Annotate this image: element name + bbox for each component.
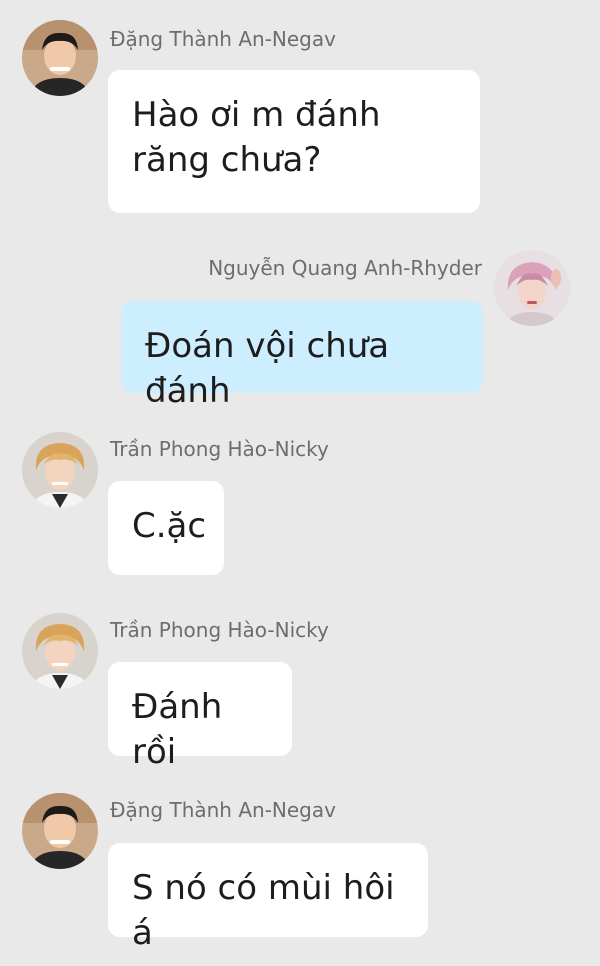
sender-name: Trần Phong Hào-Nicky: [110, 618, 329, 642]
message-bubble[interactable]: S nó có mùi hôi á: [108, 843, 428, 953]
avatar-dang-thanh-an[interactable]: [22, 793, 98, 869]
message-bubble[interactable]: Hào ơi m đánh răng chưa?: [108, 70, 480, 213]
message-bubble[interactable]: Đoán vội chưa đánh: [121, 301, 483, 411]
sender-name: Trần Phong Hào-Nicky: [110, 437, 329, 461]
message-bubble[interactable]: Đánh rồi: [108, 662, 292, 772]
sender-name: Đặng Thành An-Negav: [110, 27, 336, 51]
avatar-tran-phong-hao[interactable]: [22, 613, 98, 689]
avatar-nguyen-quang-anh[interactable]: [494, 250, 570, 326]
sender-name: Nguyễn Quang Anh-Rhyder: [208, 256, 482, 280]
sender-name: Đặng Thành An-Negav: [110, 798, 336, 822]
avatar-tran-phong-hao[interactable]: [22, 432, 98, 508]
message-bubble[interactable]: C.ặc: [108, 481, 224, 575]
avatar-dang-thanh-an[interactable]: [22, 20, 98, 96]
